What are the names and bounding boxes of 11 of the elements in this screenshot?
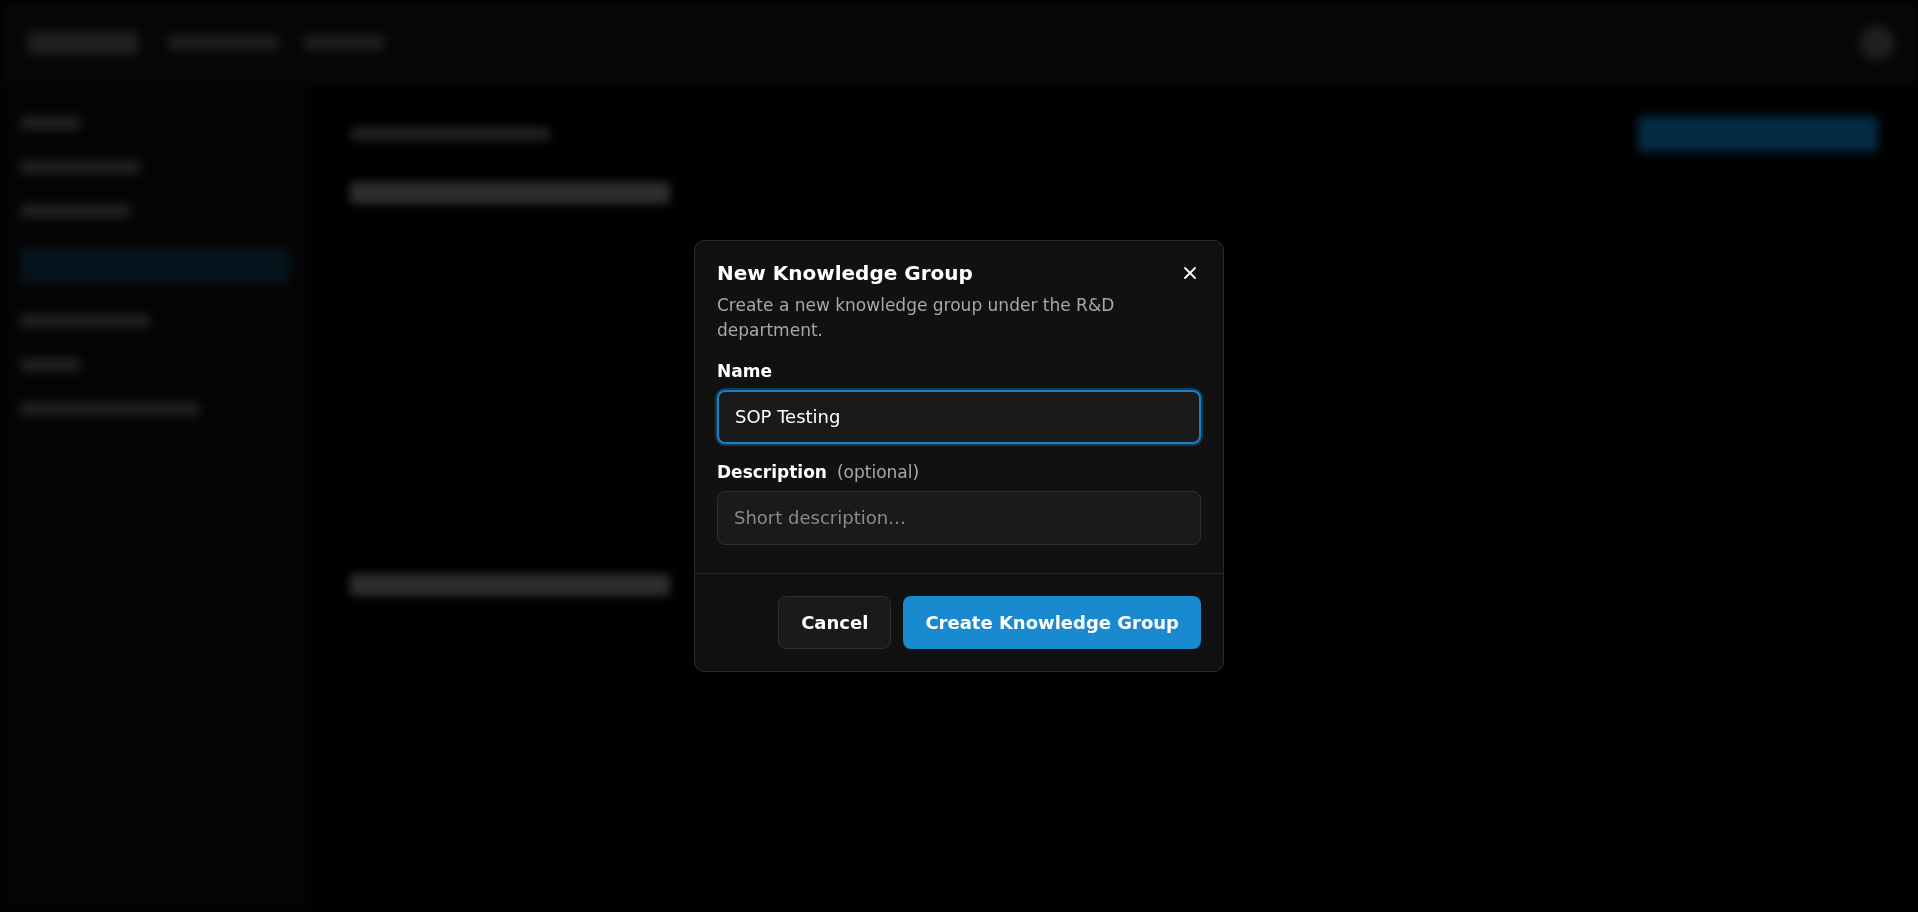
dialog-description: Create a new knowledge group under the R&D department. [716,294,1116,342]
input-field[interactable]: Short description… [717,490,1201,545]
field-hint: (optional) [836,461,920,482]
dialog-title: New Knowledge Group [717,261,973,286]
close-icon [1183,266,1197,281]
cancel-button[interactable]: Cancel [778,595,892,649]
blurred-avatar [1860,26,1894,60]
field-label: Name [717,360,772,381]
field-label: Description [717,461,827,482]
input-field[interactable]: SOP Testing [717,389,1201,444]
create-button[interactable]: Create Knowledge Group [903,595,1201,649]
